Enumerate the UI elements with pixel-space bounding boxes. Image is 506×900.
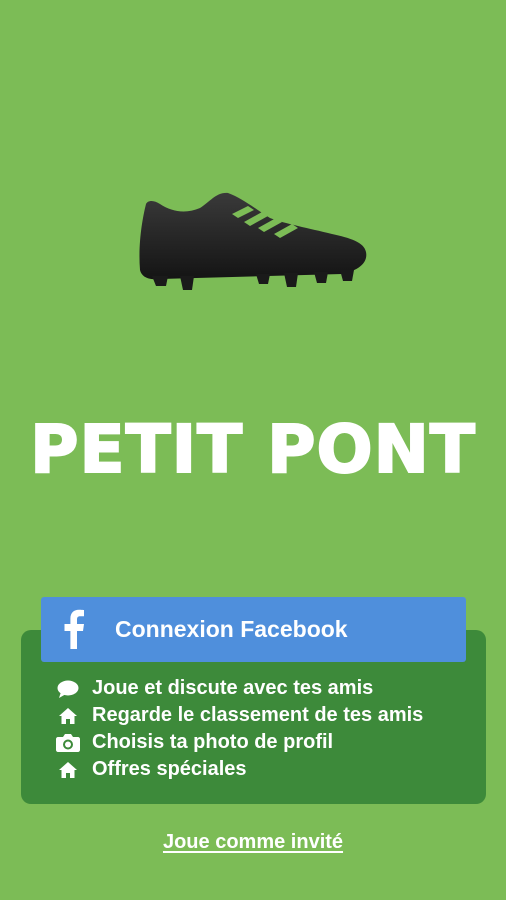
facebook-login-label: Connexion Facebook (115, 616, 348, 642)
feature-item-offers: Offres spéciales (55, 756, 485, 783)
feature-label: Joue et discute avec tes amis (92, 677, 374, 699)
app-logo-text: PETIT PONT (29, 411, 476, 488)
football-boot-icon (139, 192, 367, 290)
feature-list: Joue et discute avec tes amis Regarde le… (55, 675, 485, 783)
home-icon (55, 760, 81, 780)
home-icon (55, 706, 81, 726)
feature-label: Offres spéciales (92, 758, 247, 780)
camera-icon (55, 733, 81, 753)
facebook-icon (64, 609, 84, 649)
feature-item-chat: Joue et discute avec tes amis (55, 675, 485, 702)
feature-label: Choisis ta photo de profil (92, 731, 334, 753)
speech-bubble-icon (55, 679, 81, 699)
facebook-login-button[interactable]: Connexion Facebook (41, 597, 466, 662)
play-as-guest-link[interactable]: Joue comme invité (0, 831, 506, 854)
feature-item-photo: Choisis ta photo de profil (55, 729, 485, 756)
feature-label: Regarde le classement de tes amis (92, 704, 424, 726)
feature-item-ranking: Regarde le classement de tes amis (55, 702, 485, 729)
